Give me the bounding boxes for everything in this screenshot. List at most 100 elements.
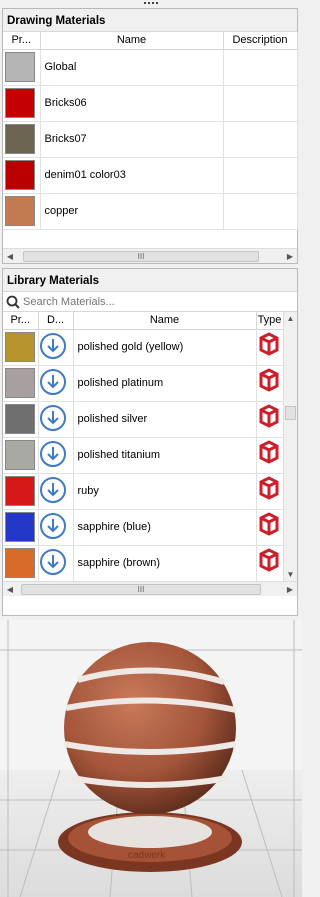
material-swatch (3, 85, 41, 122)
material-name: polished gold (yellow) (73, 329, 257, 366)
material-swatch-image (5, 440, 35, 470)
scroll-thumb[interactable]: III (23, 250, 259, 262)
table-row[interactable]: Bricks06 (3, 85, 298, 122)
red-cube-icon (259, 403, 278, 428)
material-swatch (3, 401, 39, 438)
download-cell (38, 437, 74, 474)
library-horizontal-scrollbar[interactable]: ◀ III ▶ (3, 581, 297, 596)
material-name: Bricks07 (40, 121, 224, 158)
scroll-right-icon[interactable]: ▶ (283, 582, 297, 596)
red-cube-icon (259, 511, 278, 536)
column-download[interactable]: D... (38, 312, 74, 330)
material-swatch (3, 473, 39, 510)
material-swatch-image (5, 476, 35, 506)
library-vertical-scrollbar[interactable]: ▲ ▼ (283, 312, 297, 582)
material-description (223, 193, 298, 230)
table-row[interactable]: polished silver (3, 401, 284, 438)
red-cube-icon (259, 547, 278, 572)
drawing-horizontal-scrollbar[interactable]: ◀ III ▶ (3, 248, 297, 263)
material-name: copper (40, 193, 224, 230)
type-cell (256, 545, 284, 582)
panel-drag-grip[interactable] (0, 0, 302, 6)
download-cell (38, 329, 74, 366)
search-input[interactable] (23, 295, 297, 308)
download-cell (38, 473, 74, 510)
material-name: polished silver (73, 401, 257, 438)
scroll-right-icon[interactable]: ▶ (283, 249, 297, 263)
download-cell (38, 545, 74, 582)
column-type[interactable]: Type (256, 312, 284, 330)
material-swatch (3, 509, 39, 546)
preview-render-image: cadwerk (0, 620, 302, 897)
search-icon (6, 295, 20, 309)
table-row[interactable]: polished platinum (3, 365, 284, 402)
material-name: sapphire (brown) (73, 545, 257, 582)
column-description[interactable]: Description (223, 32, 298, 50)
red-cube-icon (259, 331, 278, 356)
red-cube-icon (259, 367, 278, 392)
material-swatch (3, 437, 39, 474)
scroll-thumb[interactable] (285, 406, 296, 420)
material-swatch-image (5, 196, 35, 226)
red-cube-icon (259, 475, 278, 500)
material-preview: cadwerk (0, 620, 302, 897)
download-arrow-icon[interactable] (39, 476, 67, 504)
table-row[interactable]: Bricks07 (3, 121, 298, 158)
download-arrow-icon[interactable] (39, 332, 67, 360)
table-row[interactable]: copper (3, 193, 298, 230)
download-arrow-icon[interactable] (39, 404, 67, 432)
material-swatch (3, 49, 41, 86)
download-cell (38, 401, 74, 438)
scroll-left-icon[interactable]: ◀ (3, 249, 17, 263)
material-swatch-image (5, 332, 35, 362)
material-swatch-image (5, 160, 35, 190)
drawing-materials-table: Pr... Name Description Global Bricks06 Bri… (3, 32, 298, 230)
table-row[interactable]: denim01 color03 (3, 157, 298, 194)
scroll-thumb[interactable]: III (21, 583, 261, 595)
column-name[interactable]: Name (73, 312, 257, 330)
scroll-up-icon[interactable]: ▲ (284, 312, 297, 326)
download-cell (38, 365, 74, 402)
material-swatch (3, 157, 41, 194)
download-arrow-icon[interactable] (39, 440, 67, 468)
download-arrow-icon[interactable] (39, 548, 67, 576)
column-preview[interactable]: Pr... (3, 312, 39, 330)
type-cell (256, 473, 284, 510)
table-row[interactable]: sapphire (brown) (3, 545, 284, 582)
material-swatch-image (5, 88, 35, 118)
material-swatch (3, 193, 41, 230)
column-preview[interactable]: Pr... (3, 32, 41, 50)
material-swatch-image (5, 548, 35, 578)
library-materials-table: Pr... D... Name Type polished gold (yell… (3, 312, 284, 582)
material-swatch-image (5, 368, 35, 398)
scroll-left-icon[interactable]: ◀ (3, 582, 17, 596)
red-cube-icon (259, 439, 278, 464)
scroll-down-icon[interactable]: ▼ (284, 568, 297, 582)
table-row[interactable]: Global (3, 49, 298, 86)
material-swatch-image (5, 512, 35, 542)
library-materials-title: Library Materials (3, 269, 297, 292)
column-name[interactable]: Name (40, 32, 224, 50)
table-row[interactable]: ruby (3, 473, 284, 510)
preview-label: cadwerk (128, 850, 166, 861)
download-arrow-icon[interactable] (39, 368, 67, 396)
material-swatch (3, 121, 41, 158)
drawing-materials-title: Drawing Materials (3, 9, 297, 32)
material-description (223, 49, 298, 86)
table-row[interactable]: polished titanium (3, 437, 284, 474)
table-row[interactable]: polished gold (yellow) (3, 329, 284, 366)
table-row[interactable]: sapphire (blue) (3, 509, 284, 546)
download-arrow-icon[interactable] (39, 512, 67, 540)
material-swatch-image (5, 404, 35, 434)
material-name: Global (40, 49, 224, 86)
drawing-materials-panel: Drawing Materials Pr... Name Description… (2, 8, 298, 264)
type-cell (256, 329, 284, 366)
material-name: ruby (73, 473, 257, 510)
material-description (223, 157, 298, 194)
material-swatch (3, 545, 39, 582)
type-cell (256, 437, 284, 474)
material-swatch-image (5, 124, 35, 154)
material-swatch-image (5, 52, 35, 82)
material-description (223, 85, 298, 122)
type-cell (256, 401, 284, 438)
